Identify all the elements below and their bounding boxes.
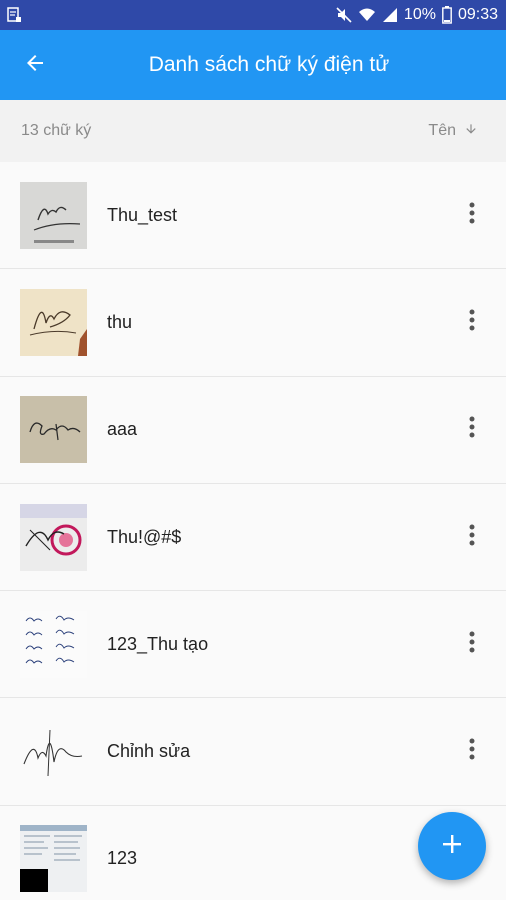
- battery-icon: [442, 6, 452, 24]
- signature-thumbnail: [20, 288, 87, 356]
- more-options-button[interactable]: [438, 610, 506, 678]
- signature-name: 123_Thu tạo: [107, 633, 209, 654]
- more-options-button[interactable]: [438, 396, 506, 464]
- list-item[interactable]: thu: [0, 269, 506, 377]
- more-vertical-icon: [469, 416, 475, 443]
- app-bar: Danh sách chữ ký điện tử: [0, 30, 506, 100]
- signature-thumbnail: [20, 503, 87, 571]
- arrow-down-icon: [464, 122, 478, 141]
- arrow-back-icon: [23, 51, 47, 80]
- signature-name: thu: [107, 311, 133, 332]
- page-title: Danh sách chữ ký điện tử: [148, 53, 390, 76]
- more-options-button[interactable]: [438, 288, 506, 356]
- list-item[interactable]: aaa: [0, 376, 506, 484]
- mute-icon: [336, 7, 352, 23]
- notification-icon: [6, 7, 22, 23]
- signature-thumbnail: [20, 610, 87, 678]
- sort-label: Tên: [428, 122, 456, 139]
- more-vertical-icon: [469, 309, 475, 336]
- more-options-button[interactable]: [438, 503, 506, 571]
- list-item[interactable]: Chỉnh sửa: [0, 698, 506, 806]
- signature-list: Thu_test thu aaa Thu!@#$ 123_Thu tạo Chỉ…: [0, 162, 506, 900]
- back-button[interactable]: [0, 30, 70, 100]
- list-item[interactable]: Thu!@#$: [0, 483, 506, 592]
- signature-name: Thu_test: [107, 204, 178, 225]
- list-item[interactable]: 123_Thu tạo: [0, 591, 506, 699]
- sort-button[interactable]: Tên: [428, 122, 478, 141]
- signature-thumbnail: [20, 825, 87, 893]
- more-vertical-icon: [469, 524, 475, 551]
- more-options-button[interactable]: [438, 181, 506, 249]
- signature-name: aaa: [107, 419, 138, 440]
- battery-percent: 10%: [403, 6, 436, 23]
- signature-name: Thu!@#$: [107, 526, 182, 547]
- signature-name: Chỉnh sửa: [107, 741, 191, 762]
- signature-count: 13 chữ ký: [21, 122, 92, 139]
- wifi-icon: [358, 7, 376, 23]
- list-item[interactable]: Thu_test: [0, 162, 506, 270]
- more-vertical-icon: [469, 738, 475, 765]
- signature-thumbnail: [20, 181, 87, 249]
- plus-icon: [441, 833, 463, 860]
- signature-thumbnail: [20, 718, 87, 786]
- list-subheader: 13 chữ ký Tên: [0, 100, 506, 162]
- clock: 09:33: [457, 6, 498, 23]
- more-vertical-icon: [469, 631, 475, 658]
- signal-icon: [382, 7, 398, 23]
- signature-name: 123: [107, 848, 138, 869]
- more-vertical-icon: [469, 202, 475, 229]
- status-bar: 10% 09:33: [0, 0, 506, 30]
- add-signature-button[interactable]: [418, 812, 486, 880]
- signature-thumbnail: [20, 396, 87, 464]
- more-options-button[interactable]: [438, 718, 506, 786]
